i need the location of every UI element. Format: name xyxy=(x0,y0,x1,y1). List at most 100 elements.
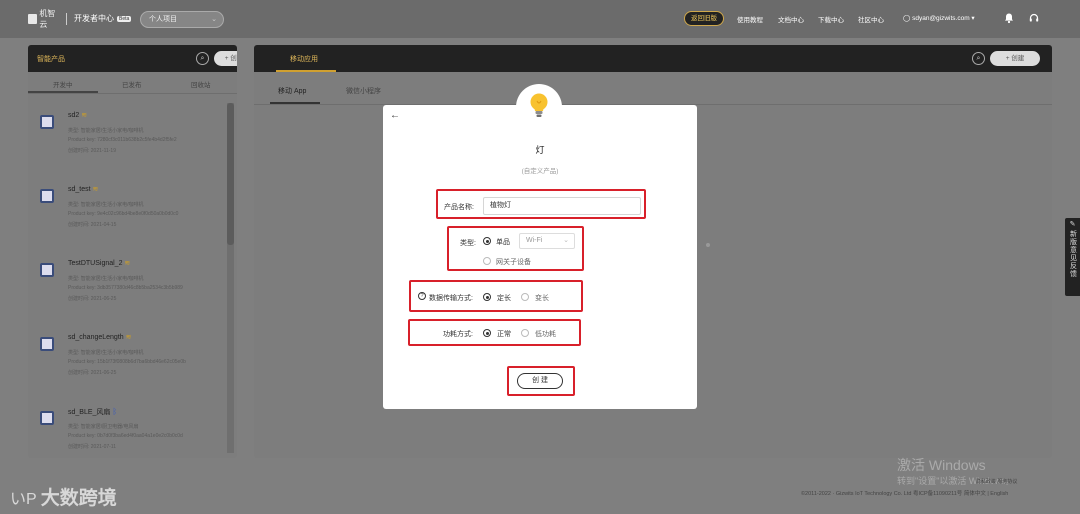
feedback-text: 新版意见反馈 xyxy=(1069,230,1077,278)
create-app-label: 创建 xyxy=(1011,55,1025,62)
user-menu[interactable]: ◯ sdyan@gizwits.com ▾ xyxy=(903,14,975,22)
product-item[interactable]: TestDTUSignal_2 ≋ 类型: 智能家居/生活小家电/咖啡机 Pro… xyxy=(28,253,228,327)
user-icon: ◯ xyxy=(903,15,913,22)
app-panel-header xyxy=(254,45,1052,72)
product-name: sd_changeLength ≋ xyxy=(68,333,132,341)
product-item[interactable]: sd_test ≋ 类型: 智能家居/生活小家电/咖啡机 Product key… xyxy=(28,179,228,253)
dev-center-title: 开发者中心 Beta xyxy=(74,13,132,24)
help-icon[interactable]: ? xyxy=(418,292,426,300)
project-select-value: 个人项目 xyxy=(149,16,177,23)
watermark: いP 大数跨境 xyxy=(10,483,117,510)
product-created: 创建时间: 2021-07-11 xyxy=(68,444,116,450)
bell-icon[interactable] xyxy=(1003,12,1015,24)
product-name-input[interactable]: 植物灯 xyxy=(483,197,641,215)
tab-in-development[interactable]: 开发中 xyxy=(53,79,73,89)
edit-icon: ✎ xyxy=(1069,221,1076,228)
tab-mobile-app[interactable]: 移动 App xyxy=(278,86,306,96)
type-radio-single[interactable] xyxy=(483,237,491,245)
product-name-label: 产品名称: xyxy=(444,204,474,211)
product-key: Product key: 15b1f73f0808b6d7ba6bbd46e62… xyxy=(68,359,186,365)
dialog-title: 灯 xyxy=(535,145,545,155)
conn-type-select[interactable]: Wi-Fi ⌄ xyxy=(519,233,575,249)
product-panel-title: 智能产品 xyxy=(37,56,65,63)
footer-links[interactable]: 隐私政策 服务协议 xyxy=(976,478,1017,485)
transfer-radio-fixed[interactable] xyxy=(483,293,491,301)
search-icon[interactable]: ⌕ xyxy=(196,52,209,65)
bluetooth-icon: ᛒ xyxy=(112,407,118,416)
tab-recycle-bin[interactable]: 回收站 xyxy=(191,79,211,89)
app-panel-title[interactable]: 移动应用 xyxy=(290,54,318,64)
windows-activation-title: 激活 Windows xyxy=(897,457,986,473)
product-key: Product key: 9e4c02c96bd4be8e0f0d50a0b0d… xyxy=(68,211,179,217)
nav-community[interactable]: 社区中心 xyxy=(858,14,884,24)
type-radio-gateway[interactable] xyxy=(483,257,491,265)
product-name: TestDTUSignal_2 ≋ xyxy=(68,259,130,267)
product-icon xyxy=(40,337,54,351)
tab-published[interactable]: 已发布 xyxy=(122,79,142,89)
product-name: sd_BLE_风扇 ᛒ xyxy=(68,407,117,417)
conn-type-value: Wi-Fi xyxy=(526,237,543,244)
transfer-radio-variable[interactable] xyxy=(521,293,529,301)
power-radio-low[interactable] xyxy=(521,329,529,337)
product-name-text: sd_BLE_风扇 xyxy=(68,409,111,416)
create-product-button[interactable]: + 创建 xyxy=(214,51,237,66)
create-button[interactable]: 创 建 xyxy=(517,373,563,389)
logo-text: 机智云 xyxy=(39,9,56,29)
tab-wechat-mini[interactable]: 微信小程序 xyxy=(346,86,381,96)
wifi-icon: ≋ xyxy=(124,260,131,267)
product-created: 创建时间: 2021-06-25 xyxy=(68,370,117,376)
product-created: 创建时间: 2021-04-15 xyxy=(68,222,117,228)
beta-badge: Beta xyxy=(117,15,132,22)
gizwits-logo[interactable]: 机智云 xyxy=(28,9,62,29)
wifi-icon: ≋ xyxy=(92,186,99,193)
product-item[interactable]: sd_BLE_风扇 ᛒ 类型: 智能家居/厨卫电器/电风扇 Product ke… xyxy=(28,401,228,458)
logo-divider xyxy=(66,13,67,25)
product-created: 创建时间: 2021-06-25 xyxy=(68,296,117,302)
product-icon xyxy=(40,115,54,129)
user-email: sdyan@gizwits.com ▾ xyxy=(912,15,975,22)
product-key: Product key: 0b7d0f3ba6ed4f0aa04a1e0e2c0… xyxy=(68,433,183,439)
product-icon xyxy=(40,189,54,203)
product-key: Product key: 3db3577380d46c8b5ba2534c3b5… xyxy=(68,285,183,291)
back-arrow-icon[interactable]: ← xyxy=(390,110,400,121)
product-name: sd_test ≋ xyxy=(68,185,98,193)
type-option-single: 单品 xyxy=(496,239,510,246)
logo-mark-icon xyxy=(28,14,38,24)
back-old-version-button[interactable]: 返回旧版 xyxy=(684,11,724,26)
product-name-text: sd2 xyxy=(68,112,80,119)
dev-center-text: 开发者中心 xyxy=(74,14,114,23)
create-app-button[interactable]: + 创建 xyxy=(990,51,1040,66)
product-item[interactable]: sd_changeLength ≋ 类型: 智能家居/生活小家电/咖啡机 Pro… xyxy=(28,327,228,401)
feedback-tab[interactable]: ✎ 新版意见反馈 xyxy=(1065,218,1080,296)
light-bulb-icon xyxy=(527,92,551,120)
product-name-text: TestDTUSignal_2 xyxy=(68,260,123,267)
power-radio-normal[interactable] xyxy=(483,329,491,337)
product-name-text: sd_changeLength xyxy=(68,334,124,341)
app-panel-title-indicator xyxy=(276,70,336,72)
product-name: sd2 ≋ xyxy=(68,111,87,119)
wifi-icon: ≋ xyxy=(125,334,132,341)
nav-tutorials[interactable]: 使用教程 xyxy=(737,14,763,24)
nav-downloads[interactable]: 下载中心 xyxy=(818,14,844,24)
type-option-gateway: 网关子设备 xyxy=(496,259,531,266)
product-type: 类型: 智能家居/生活小家电/咖啡机 xyxy=(68,276,144,282)
product-panel: 智能产品 ⌕ + 创建 开发中 已发布 回收站 sd2 ≋ 类型: 智能家居/生… xyxy=(28,45,237,458)
transfer-option-fixed: 定长 xyxy=(497,295,511,302)
power-option-low: 低功耗 xyxy=(535,331,556,338)
project-select[interactable]: 个人项目 ⌄ xyxy=(140,11,224,28)
chevron-down-icon: ⌄ xyxy=(563,237,569,244)
power-option-normal: 正常 xyxy=(497,331,511,338)
dialog-subtitle: (自定义产品) xyxy=(521,168,559,175)
watermark-logo-icon: いP xyxy=(10,490,37,508)
transfer-option-variable: 变长 xyxy=(535,295,549,302)
headset-icon[interactable] xyxy=(1028,12,1040,24)
product-name-text: sd_test xyxy=(68,186,91,193)
product-type: 类型: 智能家居/厨卫电器/电风扇 xyxy=(68,424,139,430)
nav-docs[interactable]: 文档中心 xyxy=(778,14,804,24)
product-icon xyxy=(40,263,54,277)
transfer-label: 数据传输方式: xyxy=(429,295,473,302)
watermark-text: 大数跨境 xyxy=(40,488,117,509)
tab-divider xyxy=(28,93,237,94)
search-icon[interactable]: ⌕ xyxy=(972,52,985,65)
power-label: 功耗方式: xyxy=(443,331,473,338)
